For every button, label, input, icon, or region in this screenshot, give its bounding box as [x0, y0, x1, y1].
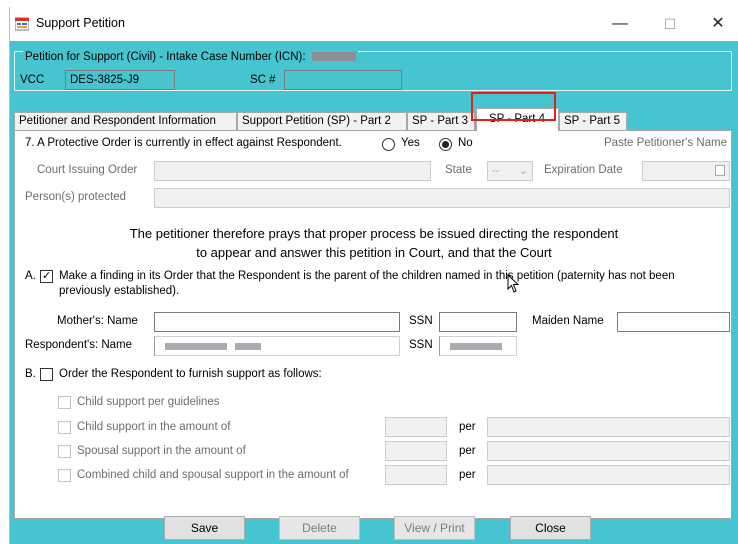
combined-support-period-field[interactable] [487, 465, 730, 485]
spousal-support-per-label: per [459, 445, 476, 457]
section-a-checkbox[interactable]: ✓ [40, 270, 53, 283]
child-support-per-label: per [459, 421, 476, 433]
respondents-name-label: Respondent's: Name [25, 339, 133, 351]
sc-number-field[interactable] [284, 70, 402, 90]
tab-petitioner-respondent[interactable]: Petitioner and Respondent Information [14, 112, 237, 131]
tab-sp-part-3[interactable]: SP - Part 3 [407, 112, 475, 131]
tab-sp-part-5[interactable]: SP - Part 5 [559, 112, 627, 131]
yes-label: Yes [401, 137, 420, 149]
mothers-name-label: Mother's: Name [57, 315, 138, 327]
minimize-button[interactable]: — [600, 11, 640, 37]
vcc-field[interactable]: DES-3825-J9 [65, 70, 175, 90]
state-value: -- [492, 165, 500, 177]
spousal-support-amount-field[interactable] [385, 441, 447, 461]
child-support-amount-label: Child support in the amount of [77, 421, 231, 433]
tab-strip: Petitioner and Respondent Information Su… [14, 108, 732, 131]
respondent-ssn-field[interactable] [439, 336, 517, 356]
spousal-support-amount-checkbox[interactable] [58, 445, 71, 458]
child-support-amount-field[interactable] [385, 417, 447, 437]
chevron-down-icon: ⌄ [518, 165, 528, 177]
combined-support-amount-checkbox[interactable] [58, 469, 71, 482]
form-body: Petition for Support (Civil) - Intake Ca… [10, 41, 738, 544]
mothers-ssn-field[interactable] [439, 312, 517, 332]
support-petition-window: Support Petition — ☐ ✕ Petition for Supp… [9, 7, 738, 544]
vcc-label: VCC [20, 74, 45, 86]
spousal-support-amount-label: Spousal support in the amount of [77, 445, 246, 457]
mothers-name-field[interactable] [154, 312, 400, 332]
section-b-letter: B. [25, 368, 36, 380]
state-dropdown[interactable]: -- ⌄ [487, 161, 533, 181]
maiden-name-label: Maiden Name [532, 315, 604, 327]
protective-order-yes-radio[interactable] [382, 138, 395, 151]
maiden-name-field[interactable] [617, 312, 730, 332]
prayer-line-1: The petitioner therefore prays that prop… [129, 226, 619, 241]
child-support-period-field[interactable] [487, 417, 730, 437]
section-a-text-line-2: previously established). [59, 285, 180, 297]
section-b-text: Order the Respondent to furnish support … [59, 368, 322, 380]
state-label: State [445, 164, 472, 176]
child-support-amount-checkbox[interactable] [58, 421, 71, 434]
respondent-name-redacted [165, 343, 227, 350]
section-a-text-line-1: Make a finding in its Order that the Res… [59, 270, 675, 282]
respondents-name-field[interactable] [154, 336, 400, 356]
app-icon [15, 17, 29, 31]
delete-button[interactable]: Delete [279, 516, 360, 540]
window-title: Support Petition [36, 16, 125, 30]
section-b-checkbox[interactable] [40, 368, 53, 381]
sp-part-4-panel: 7. A Protective Order is currently in ef… [14, 130, 732, 519]
protective-order-no-radio[interactable] [439, 138, 452, 151]
prayer-line-2: to appear and answer this petition in Co… [196, 245, 552, 260]
checkmark-icon: ✓ [42, 270, 52, 282]
expiration-date-field[interactable] [642, 161, 730, 181]
maximize-button[interactable]: ☐ [650, 11, 690, 37]
close-window-button[interactable]: ✕ [698, 11, 738, 37]
combined-support-per-label: per [459, 469, 476, 481]
court-issuing-order-label: Court Issuing Order [37, 164, 138, 176]
intake-case-label: Petition for Support (Civil) - Intake Ca… [23, 51, 358, 64]
child-support-guidelines-label: Child support per guidelines [77, 396, 220, 408]
expiration-date-label: Expiration Date [544, 164, 623, 176]
spousal-support-period-field[interactable] [487, 441, 730, 461]
save-button[interactable]: Save [164, 516, 245, 540]
child-support-guidelines-checkbox[interactable] [58, 396, 71, 409]
mouse-cursor-icon [507, 274, 520, 293]
court-issuing-order-field[interactable] [154, 161, 431, 181]
combined-support-amount-label: Combined child and spousal support in th… [77, 469, 349, 481]
respondent-ssn-redacted [450, 343, 502, 350]
icn-redacted-value [311, 52, 356, 62]
mothers-ssn-label: SSN [409, 315, 433, 327]
view-print-button[interactable]: View / Print [394, 516, 475, 540]
tab-support-petition-part-2[interactable]: Support Petition (SP) - Part 2 [237, 112, 407, 131]
persons-protected-field[interactable] [154, 188, 730, 208]
respondent-name-redacted-2 [235, 343, 261, 350]
combined-support-amount-field[interactable] [385, 465, 447, 485]
tab-sp-part-4[interactable]: SP - Part 4 [476, 108, 559, 131]
no-label: No [458, 137, 473, 149]
close-button[interactable]: Close [510, 516, 591, 540]
persons-protected-label: Person(s) protected [25, 191, 126, 203]
sc-number-label: SC # [250, 74, 276, 86]
calendar-icon[interactable] [715, 165, 725, 176]
respondent-ssn-label: SSN [409, 339, 433, 351]
protective-order-question: 7. A Protective Order is currently in ef… [25, 137, 342, 149]
section-a-letter: A. [25, 270, 36, 282]
title-bar: Support Petition — ☐ ✕ [10, 7, 738, 41]
paste-petitioners-name-link[interactable]: Paste Petitioner's Name [604, 137, 727, 149]
